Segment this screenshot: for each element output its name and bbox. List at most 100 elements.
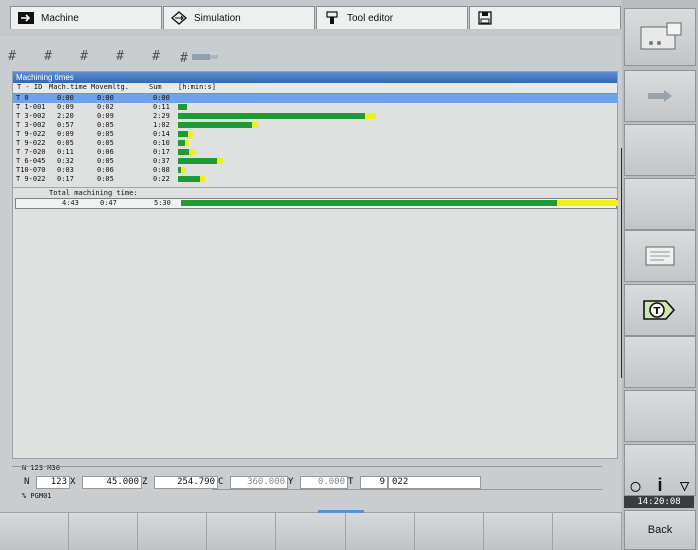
table-row[interactable]: T 3-002 2:20 0:09 2:29: [13, 112, 617, 121]
cell-movement: 0:09: [97, 112, 114, 120]
table-row[interactable]: T 9-022 0:17 0:05 0:22: [13, 175, 617, 184]
grid-icon[interactable]: #: [4, 50, 20, 64]
cell-movement: 0:06: [97, 148, 114, 156]
cell-sum: 0:22: [153, 175, 170, 183]
clock: 14:20:08: [624, 496, 694, 508]
divider: [12, 466, 602, 467]
column-unit: [h:min:s]: [178, 83, 216, 91]
softkey-empty[interactable]: [624, 336, 696, 388]
cell-mach-time: 0:57: [57, 121, 74, 129]
window-title: Machining times: [13, 72, 617, 83]
cell-tid: T 3-002: [16, 121, 46, 129]
movement-time-bar: [252, 122, 258, 128]
machining-time-bar: [178, 122, 253, 128]
cell-sum: 0:14: [153, 130, 170, 138]
column-movement: Movemltg.: [91, 83, 129, 91]
softkey[interactable]: [414, 512, 484, 550]
grid-icon[interactable]: #: [76, 50, 92, 64]
back-button[interactable]: Back: [624, 510, 696, 550]
cell-tid: T10-070: [16, 166, 46, 174]
cell-sum: 0:08: [153, 166, 170, 174]
total-movement: 0:47: [100, 199, 117, 207]
circle-icon[interactable]: ◯: [631, 476, 641, 495]
softkey-empty[interactable]: [624, 178, 696, 230]
cell-movement: 0:05: [97, 130, 114, 138]
diamond-arrows-icon: [170, 11, 188, 25]
info-icon[interactable]: i: [657, 475, 662, 496]
table-row[interactable]: T 9-022 0:05 0:05 0:10: [13, 139, 617, 148]
program-list-icon: [645, 246, 675, 266]
table-row[interactable]: T 7-020 0:11 0:06 0:17: [13, 148, 617, 157]
cell-movement: 0:00: [97, 94, 114, 102]
tab-save[interactable]: [469, 6, 621, 29]
mode-tab-bar: Machine Simulation Tool editor: [0, 0, 622, 36]
softkey[interactable]: [0, 512, 70, 550]
tool-arrow-button[interactable]: [624, 70, 696, 122]
triangle-down-icon[interactable]: ▽: [680, 476, 690, 495]
cell-tid: T 0: [16, 94, 29, 102]
softkey-empty[interactable]: [624, 124, 696, 176]
machine-view-icon: [640, 22, 682, 50]
time-bar: [178, 113, 615, 119]
time-bar: [178, 158, 615, 164]
grid-icon[interactable]: #: [40, 50, 56, 64]
tab-machine[interactable]: Machine: [10, 6, 162, 29]
table-row[interactable]: T10-070 0:03 0:06 0:08: [13, 166, 617, 175]
program-list-button[interactable]: [624, 230, 696, 282]
total-row: 4:43 0:47 5:30: [15, 198, 618, 209]
tool-arrow-icon: [648, 90, 672, 102]
time-bar: [181, 200, 618, 206]
cell-movement: 0:02: [97, 103, 114, 111]
grid-icon[interactable]: #: [112, 50, 128, 64]
label-z: Z: [142, 477, 148, 487]
label-y: Y: [288, 477, 294, 487]
table-row[interactable]: T 0 0:00 0:00 0:00: [13, 94, 617, 103]
softkey-bar: [0, 512, 622, 550]
movement-time-bar: [184, 140, 190, 146]
column-header: T - ID Mach.time Movemltg. Sum [h:min:s]: [13, 83, 617, 94]
cell-tid: T 9-022: [16, 139, 46, 147]
movement-time-bar: [199, 176, 206, 182]
cell-tid: T 9-022: [16, 175, 46, 183]
movement-time-bar: [365, 113, 376, 119]
cell-mach-time: 0:17: [57, 175, 74, 183]
tab-tool-editor[interactable]: Tool editor: [316, 6, 468, 29]
time-bar: [178, 167, 615, 173]
table-row[interactable]: T 1-001 0:09 0:02 0:11: [13, 103, 617, 112]
cell-tid: T 7-020: [16, 148, 46, 156]
machine-view-button[interactable]: [624, 8, 696, 66]
cell-tid: T 6-045: [16, 157, 46, 165]
cell-mach-time: 0:09: [57, 103, 74, 111]
softkey[interactable]: [207, 512, 277, 550]
total-label: Total machining time:: [49, 189, 138, 197]
softkey[interactable]: [483, 512, 553, 550]
cell-mach-time: 0:00: [57, 94, 74, 102]
time-bar: [178, 149, 615, 155]
machining-time-bar: [178, 104, 187, 110]
softkey[interactable]: [138, 512, 208, 550]
grid-icon[interactable]: #: [148, 50, 164, 64]
machining-time-bar: [178, 140, 185, 146]
softkey[interactable]: [345, 512, 415, 550]
grid-tool-icon[interactable]: #: [180, 50, 220, 66]
program-name: % PGM01: [22, 492, 52, 500]
softkey[interactable]: [552, 512, 622, 550]
tab-simulation[interactable]: Simulation: [163, 6, 315, 29]
time-bar: [178, 122, 615, 128]
machining-time-bar: [178, 113, 366, 119]
cell-movement: 0:05: [97, 121, 114, 129]
tool-table-button[interactable]: T: [624, 284, 696, 336]
softkey-empty[interactable]: [624, 390, 696, 442]
table-row[interactable]: T 3-002 0:57 0:05 1:02: [13, 121, 617, 130]
softkey[interactable]: [69, 512, 139, 550]
movement-time-bar: [556, 200, 618, 206]
arrow-right-icon: [17, 11, 35, 25]
cell-movement: 0:05: [97, 139, 114, 147]
tab-label: Machine: [41, 12, 79, 24]
table-row[interactable]: T 6-045 0:32 0:05 0:37: [13, 157, 617, 166]
status-area: N 123 M30 N 123 X 45.000 Z 254.790 C 360…: [12, 462, 616, 502]
softkey-page-indicator: [318, 510, 364, 513]
softkey[interactable]: [276, 512, 346, 550]
table-row[interactable]: T 9-022 0:09 0:05 0:14: [13, 130, 617, 139]
divider: [13, 187, 617, 188]
